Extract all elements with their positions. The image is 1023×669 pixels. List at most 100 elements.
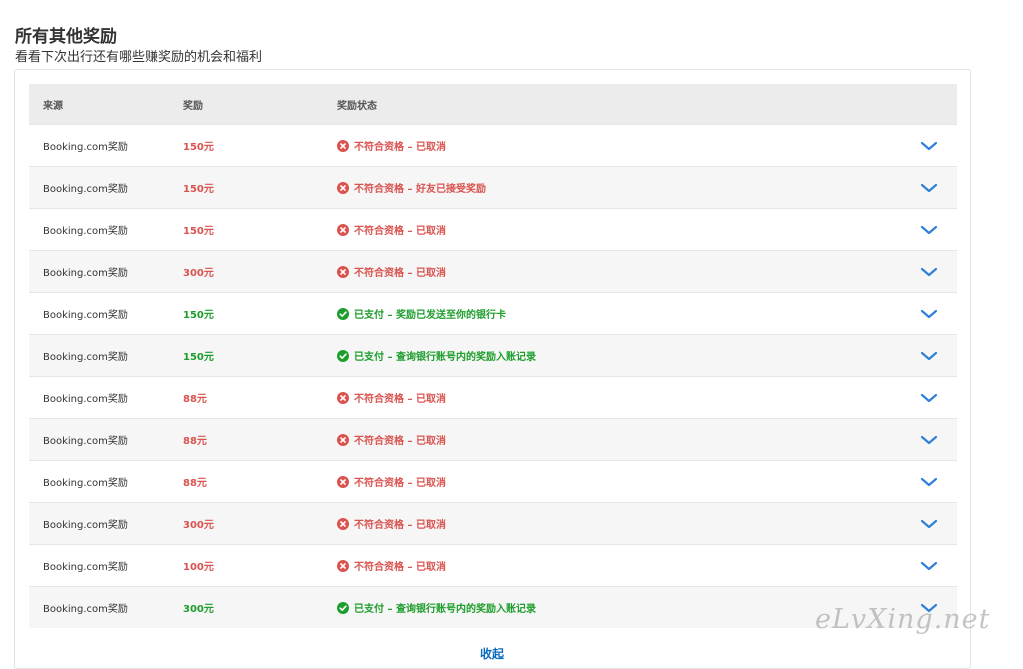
reward-amount: 300元	[183, 604, 214, 615]
reward-source: Booking.com奖励	[43, 520, 128, 531]
reward-status: 不符合资格 – 已取消	[337, 558, 901, 573]
reward-status-text: 不符合资格 – 已取消	[354, 478, 446, 489]
reward-status: 已支付 – 奖励已发送至你的银行卡	[337, 306, 901, 321]
table-header: 来源 奖励 奖励状态	[29, 84, 957, 124]
expand-button[interactable]	[901, 140, 957, 152]
chevron-down-icon	[920, 225, 938, 234]
reward-amount: 88元	[183, 436, 207, 447]
rewards-table: 来源 奖励 奖励状态 Booking.com奖励 150元 不符合资格 – 已取消 B…	[29, 84, 957, 628]
chevron-down-icon	[920, 183, 938, 192]
expand-button[interactable]	[901, 518, 957, 530]
cross-circle-icon	[337, 475, 349, 488]
expand-button[interactable]	[901, 476, 957, 488]
reward-source: Booking.com奖励	[43, 142, 128, 153]
expand-button[interactable]	[901, 392, 957, 404]
reward-status-text: 不符合资格 – 已取消	[354, 268, 446, 279]
reward-status: 不符合资格 – 已取消	[337, 474, 901, 489]
column-header-source: 来源	[43, 100, 63, 112]
reward-amount: 100元	[183, 562, 214, 573]
column-header-status: 奖励状态	[337, 100, 377, 112]
reward-source: Booking.com奖励	[43, 394, 128, 405]
cross-circle-icon	[337, 433, 349, 446]
expand-button[interactable]	[901, 308, 957, 320]
chevron-down-icon	[920, 561, 938, 570]
table-body: Booking.com奖励 150元 不符合资格 – 已取消 Booking.com奖…	[29, 124, 957, 628]
reward-status-text: 不符合资格 – 好友已接受奖励	[354, 184, 486, 195]
reward-amount: 300元	[183, 520, 214, 531]
column-header-amount: 奖励	[183, 100, 203, 112]
table-row[interactable]: Booking.com奖励 88元 不符合资格 – 已取消	[29, 376, 957, 418]
table-row[interactable]: Booking.com奖励 150元 不符合资格 – 好友已接受奖励	[29, 166, 957, 208]
reward-status-text: 不符合资格 – 已取消	[354, 436, 446, 447]
table-row[interactable]: Booking.com奖励 150元 已支付 – 查询银行账号内的奖励入账记录	[29, 334, 957, 376]
chevron-down-icon	[920, 477, 938, 486]
table-row[interactable]: Booking.com奖励 150元 已支付 – 奖励已发送至你的银行卡	[29, 292, 957, 334]
check-circle-icon	[337, 349, 349, 362]
reward-status-text: 已支付 – 奖励已发送至你的银行卡	[354, 310, 506, 321]
reward-amount: 150元	[183, 352, 214, 363]
page-title: 所有其他奖励	[15, 27, 117, 47]
reward-amount: 150元	[183, 184, 214, 195]
expand-button[interactable]	[901, 224, 957, 236]
reward-status: 不符合资格 – 已取消	[337, 264, 901, 279]
cross-circle-icon	[337, 391, 349, 404]
chevron-down-icon	[920, 141, 938, 150]
reward-status: 不符合资格 – 已取消	[337, 222, 901, 237]
chevron-down-icon	[920, 393, 938, 402]
reward-amount: 150元	[183, 142, 214, 153]
expand-button[interactable]	[901, 182, 957, 194]
chevron-down-icon	[920, 519, 938, 528]
reward-status-text: 不符合资格 – 已取消	[354, 562, 446, 573]
reward-status-text: 不符合资格 – 已取消	[354, 142, 446, 153]
reward-source: Booking.com奖励	[43, 436, 128, 447]
page-subtitle: 看看下次出行还有哪些赚奖励的机会和福利	[15, 50, 263, 65]
reward-status-text: 已支付 – 查询银行账号内的奖励入账记录	[354, 604, 536, 615]
reward-status-text: 不符合资格 – 已取消	[354, 226, 446, 237]
chevron-down-icon	[920, 351, 938, 360]
cross-circle-icon	[337, 559, 349, 572]
reward-status: 已支付 – 查询银行账号内的奖励入账记录	[337, 348, 901, 363]
chevron-down-icon	[920, 309, 938, 318]
reward-status: 不符合资格 – 已取消	[337, 516, 901, 531]
reward-amount: 150元	[183, 310, 214, 321]
table-row[interactable]: Booking.com奖励 88元 不符合资格 – 已取消	[29, 418, 957, 460]
reward-source: Booking.com奖励	[43, 268, 128, 279]
check-circle-icon	[337, 307, 349, 320]
cross-circle-icon	[337, 223, 349, 236]
table-row[interactable]: Booking.com奖励 300元 不符合资格 – 已取消	[29, 502, 957, 544]
reward-amount: 88元	[183, 394, 207, 405]
reward-status: 不符合资格 – 好友已接受奖励	[337, 180, 901, 195]
reward-status-text: 不符合资格 – 已取消	[354, 394, 446, 405]
table-row[interactable]: Booking.com奖励 88元 不符合资格 – 已取消	[29, 460, 957, 502]
cross-circle-icon	[337, 139, 349, 152]
reward-source: Booking.com奖励	[43, 310, 128, 321]
watermark: eLvXing.net	[815, 604, 991, 635]
expand-button[interactable]	[901, 350, 957, 362]
cross-circle-icon	[337, 517, 349, 530]
cross-circle-icon	[337, 265, 349, 278]
reward-source: Booking.com奖励	[43, 226, 128, 237]
table-row[interactable]: Booking.com奖励 300元 不符合资格 – 已取消	[29, 250, 957, 292]
reward-status-text: 已支付 – 查询银行账号内的奖励入账记录	[354, 352, 536, 363]
collapse-link[interactable]: 收起	[480, 645, 504, 662]
reward-amount: 150元	[183, 226, 214, 237]
table-row[interactable]: Booking.com奖励 150元 不符合资格 – 已取消	[29, 208, 957, 250]
chevron-down-icon	[920, 267, 938, 276]
chevron-down-icon	[920, 435, 938, 444]
table-row[interactable]: Booking.com奖励 150元 不符合资格 – 已取消	[29, 124, 957, 166]
reward-source: Booking.com奖励	[43, 562, 128, 573]
reward-amount: 88元	[183, 478, 207, 489]
reward-status: 不符合资格 – 已取消	[337, 390, 901, 405]
check-circle-icon	[337, 601, 349, 614]
reward-status: 不符合资格 – 已取消	[337, 138, 901, 153]
expand-button[interactable]	[901, 266, 957, 278]
reward-source: Booking.com奖励	[43, 352, 128, 363]
reward-status: 不符合资格 – 已取消	[337, 432, 901, 447]
cross-circle-icon	[337, 181, 349, 194]
expand-button[interactable]	[901, 560, 957, 572]
table-row[interactable]: Booking.com奖励 100元 不符合资格 – 已取消	[29, 544, 957, 586]
expand-button[interactable]	[901, 434, 957, 446]
reward-amount: 300元	[183, 268, 214, 279]
reward-status-text: 不符合资格 – 已取消	[354, 520, 446, 531]
reward-source: Booking.com奖励	[43, 478, 128, 489]
